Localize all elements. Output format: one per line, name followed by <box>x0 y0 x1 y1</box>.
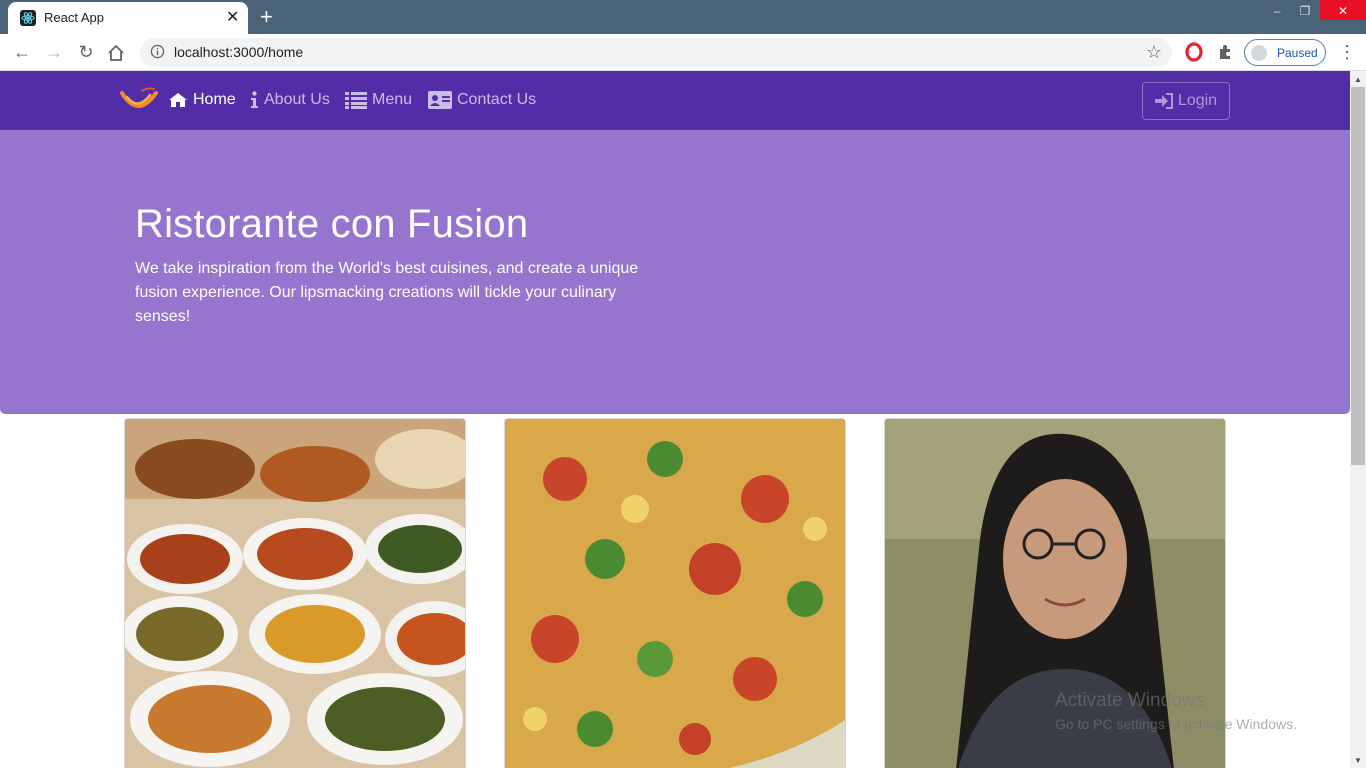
buffet-dishes-image <box>125 419 465 768</box>
pizza-image <box>505 419 845 768</box>
close-tab-icon[interactable]: ✕ <box>226 7 239 27</box>
page-content: Home About Us Menu Contact Us Login Rist… <box>0 71 1350 768</box>
avatar <box>1251 45 1267 61</box>
browser-toolbar: ← → ↻ localhost:3000/home ☆ Paused ⋮ <box>0 34 1366 71</box>
opera-extension-icon[interactable] <box>1184 42 1204 62</box>
restore-icon[interactable]: ❐ <box>1290 0 1320 22</box>
nav-contact-label: Contact Us <box>457 91 537 108</box>
home-icon <box>169 93 187 107</box>
profile-status: Paused <box>1277 46 1318 60</box>
watermark-line2: Go to PC settings to activate Windows. <box>1055 716 1297 732</box>
scroll-down-icon[interactable]: ▼ <box>1354 756 1362 765</box>
scroll-up-icon[interactable]: ▲ <box>1354 75 1362 84</box>
address-bar[interactable]: localhost:3000/home ☆ <box>140 38 1172 67</box>
nav-menu-link[interactable]: Menu <box>345 91 412 109</box>
nav-about-link[interactable]: About Us <box>250 91 330 109</box>
puzzle-extensions-icon[interactable] <box>1216 42 1236 62</box>
tab-title: React App <box>44 10 104 25</box>
address-card-icon <box>428 91 452 109</box>
nav-about-label: About Us <box>264 91 330 108</box>
more-menu-icon[interactable]: ⋮ <box>1338 42 1356 63</box>
hero-text: We take inspiration from the World's bes… <box>135 260 639 325</box>
card-buffet[interactable] <box>124 418 466 768</box>
nav-menu-label: Menu <box>372 91 413 108</box>
card-pizza[interactable] <box>504 418 846 768</box>
watermark-line1: Activate Windows <box>1055 690 1205 711</box>
site-info-icon[interactable] <box>150 44 165 59</box>
nav-home-link[interactable]: Home <box>168 91 236 109</box>
window-close-icon[interactable]: ✕ <box>1320 0 1366 20</box>
activate-windows-watermark: Activate Windows Go to PC settings to ac… <box>1055 690 1297 732</box>
login-button[interactable]: Login <box>1142 82 1230 120</box>
minimize-icon[interactable]: – <box>1262 0 1292 22</box>
list-icon <box>345 92 367 109</box>
react-favicon-icon <box>20 10 36 26</box>
sign-in-icon <box>1154 93 1173 109</box>
info-icon <box>251 91 258 108</box>
hero-title: Ristorante con Fusion <box>135 202 529 246</box>
browser-tab[interactable]: React App ✕ <box>8 2 248 34</box>
nav-home-label: Home <box>193 91 236 108</box>
url-text: localhost:3000/home <box>174 44 304 60</box>
page-scrollbar[interactable]: ▲ ▼ <box>1350 71 1366 768</box>
bookmark-star-icon[interactable]: ☆ <box>1146 42 1162 63</box>
login-label: Login <box>1177 92 1218 109</box>
scroll-thumb[interactable] <box>1351 87 1365 465</box>
browser-tabstrip: React App ✕ + – ❐ ✕ <box>0 0 1366 34</box>
nav-contact-link[interactable]: Contact Us <box>428 91 536 109</box>
profile-button[interactable]: Paused <box>1244 39 1326 66</box>
restaurant-logo[interactable] <box>118 85 160 117</box>
new-tab-icon[interactable]: + <box>260 4 273 30</box>
reload-icon[interactable]: ↻ <box>74 40 98 64</box>
back-arrow-icon[interactable]: ← <box>10 40 34 64</box>
forward-arrow-icon[interactable]: → <box>42 40 66 64</box>
jumbotron: Ristorante con Fusion We take inspiratio… <box>0 130 1350 414</box>
site-navbar: Home About Us Menu Contact Us Login <box>0 71 1350 130</box>
home-browser-icon[interactable] <box>106 43 126 63</box>
